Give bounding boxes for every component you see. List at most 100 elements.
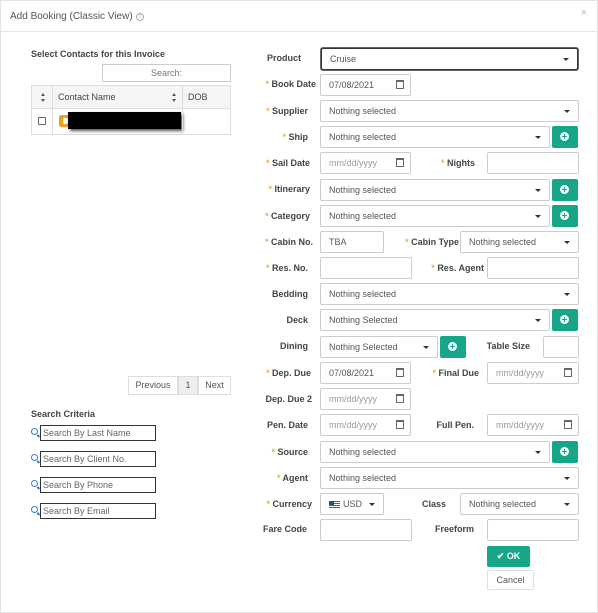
book-date-input[interactable]: 07/08/2021 (320, 74, 411, 96)
pager-previous-button[interactable]: Previous (128, 376, 178, 395)
chevron-down-icon (564, 110, 570, 113)
cabin-no-input[interactable]: TBA (320, 231, 384, 253)
table-row[interactable] (32, 109, 230, 134)
search-icon (31, 454, 38, 461)
modal-title-text: Add Booking (Classic View) (10, 11, 133, 22)
category-select[interactable]: Nothing selected (320, 205, 550, 227)
freeform-label: Freeform (434, 524, 474, 534)
class-label: Class (421, 499, 446, 509)
chevron-down-icon (535, 215, 541, 218)
bedding-select[interactable]: Nothing selected (320, 283, 579, 305)
itinerary-label: * Itinerary (268, 184, 310, 194)
product-select[interactable]: Cruise (321, 48, 578, 70)
close-icon[interactable]: × (581, 7, 587, 19)
dep-due-2-label: Dep. Due 2 (265, 394, 312, 404)
dining-label: Dining (280, 341, 308, 351)
cancel-button[interactable]: Cancel (487, 570, 534, 590)
us-flag-icon (329, 501, 340, 508)
fare-code-input[interactable] (320, 519, 412, 541)
add-category-button[interactable] (552, 205, 578, 227)
pen-date-label: Pen. Date (266, 420, 308, 430)
search-phone-input[interactable]: Search By Phone (40, 477, 156, 493)
search-email-input[interactable]: Search By Email (40, 503, 156, 519)
res-agent-input[interactable] (487, 257, 579, 279)
deck-select[interactable]: Nothing Selected (320, 309, 550, 331)
pen-date-input[interactable]: mm/dd/yyyy (320, 414, 411, 436)
supplier-select[interactable]: Nothing selected (320, 100, 579, 122)
plus-icon (560, 447, 569, 456)
agent-label: * Agent (276, 473, 308, 483)
currency-select[interactable]: USD (320, 493, 384, 515)
calendar-icon (396, 394, 404, 403)
sail-date-input[interactable]: mm/dd/yyyy (320, 152, 411, 174)
search-icon (31, 506, 38, 513)
contacts-table-header: Contact Name DOB (32, 86, 230, 109)
dep-due-input[interactable]: 07/08/2021 (320, 362, 411, 384)
dep-due-label: * Dep. Due (265, 368, 311, 378)
add-ship-button[interactable] (552, 126, 578, 148)
itinerary-select[interactable]: Nothing selected (320, 179, 550, 201)
plus-icon (560, 185, 569, 194)
search-last-name-input[interactable]: Search By Last Name (40, 425, 156, 441)
add-itinerary-button[interactable] (552, 179, 578, 201)
nights-input[interactable] (487, 152, 579, 174)
calendar-icon (564, 368, 572, 377)
calendar-icon (564, 420, 572, 429)
cabin-type-select[interactable]: Nothing selected (460, 231, 579, 253)
source-select[interactable]: Nothing selected (320, 441, 550, 463)
final-due-label: * Final Due (432, 368, 479, 378)
column-contact-name[interactable]: Contact Name (58, 92, 116, 102)
freeform-input[interactable] (487, 519, 579, 541)
chevron-down-icon (535, 189, 541, 192)
final-due-input[interactable]: mm/dd/yyyy (487, 362, 579, 384)
pager-next-button[interactable]: Next (198, 376, 231, 395)
dining-select[interactable]: Nothing Selected (320, 336, 438, 358)
redacted-contact-name (68, 112, 181, 129)
chevron-down-icon (369, 503, 375, 506)
search-client-no-input[interactable]: Search By Client No. (40, 451, 156, 467)
nights-label: * Nights (440, 158, 475, 168)
chevron-down-icon (564, 503, 570, 506)
table-size-input[interactable] (543, 336, 579, 358)
source-label: * Source (271, 447, 308, 457)
full-pen-label: Full Pen. (436, 420, 474, 430)
chevron-down-icon (535, 136, 541, 139)
dep-due-2-input[interactable]: mm/dd/yyyy (320, 388, 411, 410)
chevron-down-icon (564, 293, 570, 296)
plus-icon (560, 132, 569, 141)
search-icon (31, 480, 38, 487)
contacts-search-input[interactable] (102, 64, 231, 82)
sort-icon[interactable] (172, 93, 177, 102)
agent-select[interactable]: Nothing selected (320, 467, 579, 489)
calendar-icon (396, 420, 404, 429)
res-no-input[interactable] (320, 257, 412, 279)
deck-label: Deck (286, 315, 308, 325)
currency-label: * Currency (266, 499, 312, 509)
row-checkbox[interactable] (38, 117, 46, 125)
sail-date-label: * Sail Date (265, 158, 310, 168)
check-icon: ✔ (496, 551, 507, 561)
sort-icon[interactable] (41, 93, 46, 102)
plus-icon (448, 342, 457, 351)
fare-code-label: Fare Code (262, 524, 307, 534)
plus-icon (560, 211, 569, 220)
add-deck-button[interactable] (552, 309, 578, 331)
full-pen-input[interactable]: mm/dd/yyyy (487, 414, 579, 436)
cabin-type-label: * Cabin Type (405, 237, 459, 247)
class-select[interactable]: Nothing selected (460, 493, 579, 515)
add-dining-button[interactable] (440, 336, 466, 358)
search-icon (31, 428, 38, 435)
res-agent-label: * Res. Agent (431, 263, 484, 273)
ok-button[interactable]: ✔ OK (487, 546, 530, 567)
chevron-down-icon (563, 58, 569, 61)
modal-header: Add Booking (Classic View)? × (1, 1, 597, 32)
add-source-button[interactable] (552, 441, 578, 463)
chevron-down-icon (535, 451, 541, 454)
table-size-label: Table Size (486, 341, 530, 351)
ship-select[interactable]: Nothing selected (320, 126, 550, 148)
help-icon[interactable]: ? (135, 13, 144, 21)
column-dob[interactable]: DOB (188, 92, 208, 102)
calendar-icon (396, 368, 404, 377)
chevron-down-icon (423, 346, 429, 349)
pager-page-1[interactable]: 1 (178, 376, 198, 395)
